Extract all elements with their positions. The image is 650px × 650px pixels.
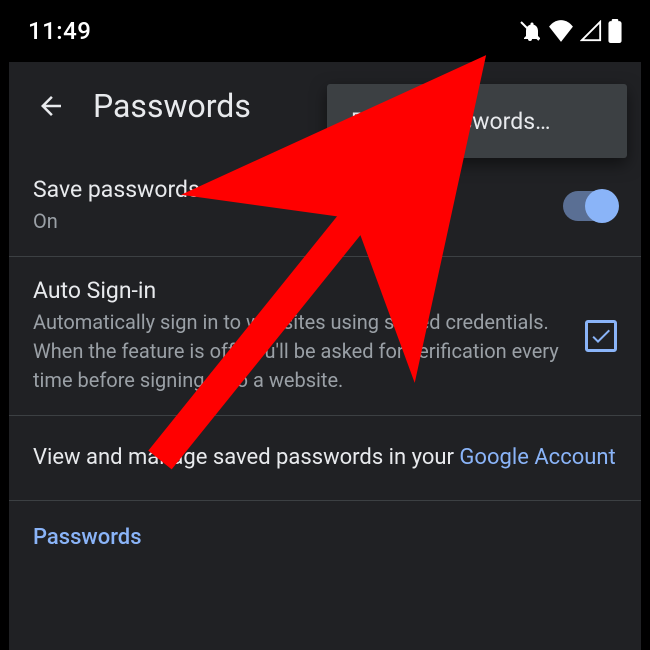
save-passwords-title: Save passwords	[33, 176, 563, 203]
overflow-menu: Export passwords…	[327, 84, 627, 158]
account-link[interactable]: Google Account	[459, 445, 615, 470]
app-frame: Passwords Save passwords On Auto Sign-in…	[9, 62, 641, 650]
content: Save passwords On Auto Sign-in Automatic…	[9, 150, 641, 550]
auto-signin-title: Auto Sign-in	[33, 277, 585, 304]
notifications-off-icon	[518, 19, 542, 43]
save-passwords-status: On	[33, 207, 563, 236]
passwords-section-label: Passwords	[9, 501, 641, 550]
status-time: 11:49	[28, 17, 91, 45]
auto-signin-row[interactable]: Auto Sign-in Automatically sign in to we…	[9, 257, 641, 416]
auto-signin-description: Automatically sign in to websites using …	[33, 308, 585, 395]
arrow-back-icon	[36, 91, 66, 121]
signal-icon	[580, 20, 602, 42]
wifi-icon	[548, 20, 574, 42]
save-passwords-switch[interactable]	[563, 191, 617, 221]
account-link-row[interactable]: View and manage saved passwords in your …	[9, 416, 641, 501]
account-link-prefix: View and manage saved passwords in your	[33, 445, 459, 470]
save-passwords-row[interactable]: Save passwords On	[9, 156, 641, 257]
page-title: Passwords	[93, 87, 251, 125]
battery-icon	[608, 19, 622, 43]
check-icon	[589, 324, 613, 348]
auto-signin-checkbox[interactable]	[585, 320, 617, 352]
status-icons	[518, 19, 622, 43]
back-button[interactable]	[27, 82, 75, 130]
export-passwords-menu-item[interactable]: Export passwords…	[351, 108, 550, 135]
account-link-text: View and manage saved passwords in your …	[33, 445, 616, 470]
status-bar: 11:49	[0, 0, 650, 62]
